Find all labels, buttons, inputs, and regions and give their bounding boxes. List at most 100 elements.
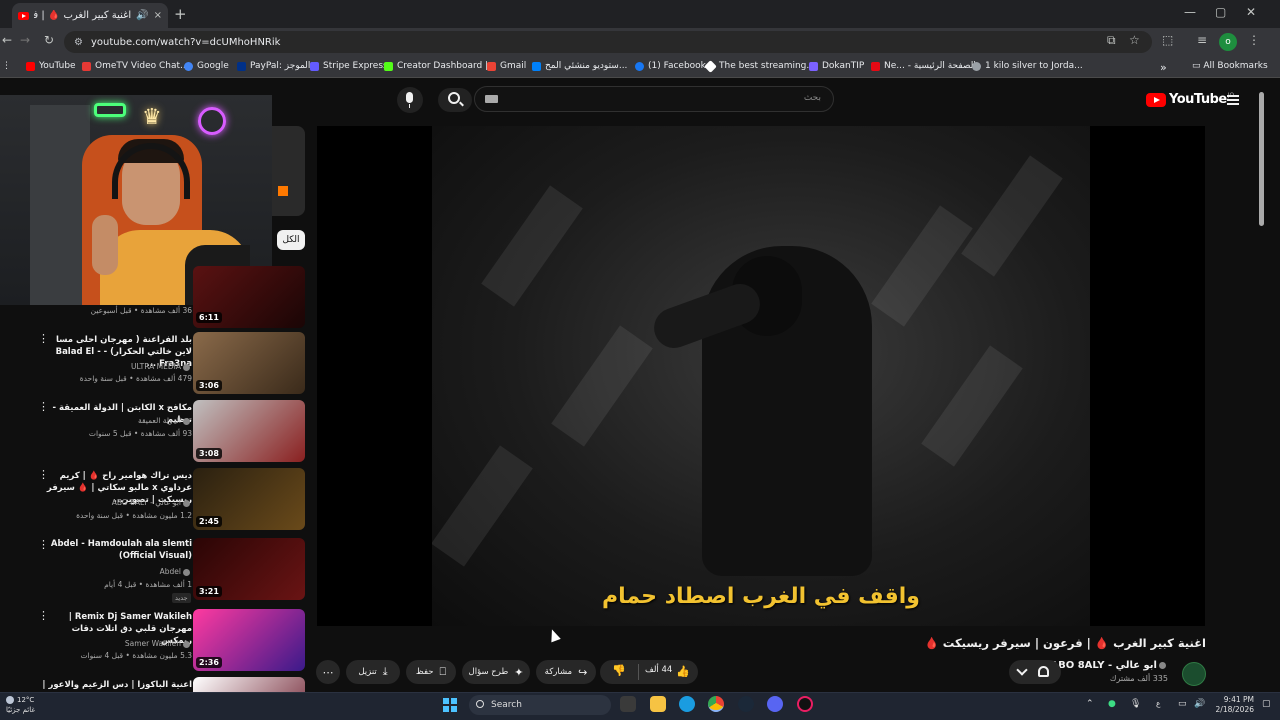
filter-chip-all[interactable]: الكل: [277, 230, 305, 250]
bookmark-item[interactable]: ستوديو منشئي المح...: [532, 61, 627, 71]
clock[interactable]: 9:41 PM 2/18/2026: [1212, 695, 1254, 715]
list-item[interactable]: 3:08 ⋮ مكافح x الكابتن | الدولة العميقة …: [0, 400, 310, 462]
list-item[interactable]: 2:36 ⋮ Remix Dj Samer Wakileh | مهرجان ق…: [0, 609, 310, 671]
list-item[interactable]: 2:45 ⋮ ديس تراك هوامير راح 🩸 | كريم عردا…: [0, 468, 310, 530]
channel-name[interactable]: الدولة العميقة: [138, 416, 192, 425]
file-explorer-icon[interactable]: [650, 696, 666, 712]
back-icon[interactable]: ←: [2, 33, 12, 47]
bookmark-star-icon[interactable]: ☆: [1129, 33, 1140, 47]
weather-widget[interactable]: 12°C غائم جزئيًا: [6, 695, 35, 715]
neon-sign-green: [94, 103, 126, 117]
maximize-icon[interactable]: ▢: [1215, 5, 1226, 19]
extensions-icon[interactable]: ⬚: [1162, 33, 1173, 47]
video-title[interactable]: Abdel - Hamdoulah ala slemti (Official V…: [42, 538, 192, 562]
bookmark-label: Stripe Express: [323, 61, 388, 71]
channel-name[interactable]: ULTRA MEDIA: [131, 362, 192, 371]
video-frame[interactable]: [432, 126, 1090, 626]
taskbar-search-input[interactable]: Search: [469, 695, 611, 715]
channel-name[interactable]: Samer Wakileh: [125, 639, 192, 648]
browser-tab-strip: اغنية كبير الغرب 🩸 | فرد (78) 🔊 × + — ▢ …: [0, 0, 1280, 28]
download-button[interactable]: ⤓ تنزيل: [346, 660, 400, 684]
tab-close-icon[interactable]: ×: [154, 10, 162, 21]
channel-avatar[interactable]: [1182, 662, 1206, 686]
bookmark-item[interactable]: 1 kilo silver to Jorda...: [972, 61, 1083, 71]
address-bar[interactable]: ⚙ youtube.com/watch?v=dcUMhoHNRik: [64, 31, 1152, 53]
keyboard-icon[interactable]: [485, 95, 498, 103]
scrollbar-thumb[interactable]: [1259, 92, 1264, 226]
more-bookmarks-icon[interactable]: »: [1160, 61, 1167, 74]
cast-icon[interactable]: ⧉: [1107, 33, 1116, 48]
microphone-tray-icon[interactable]: 🎙: [1130, 699, 1141, 709]
all-bookmarks-button[interactable]: ▭ All Bookmarks: [1192, 61, 1268, 71]
forward-icon[interactable]: →: [20, 33, 30, 47]
bookmark-label: PayPal: الموجز: [250, 61, 311, 71]
bookmark-item[interactable]: YouTube: [26, 61, 76, 71]
save-button[interactable]: ⎕ حفظ: [406, 660, 456, 684]
like-button[interactable]: 👍 44 ألف: [645, 665, 690, 678]
profile-avatar[interactable]: o: [1219, 33, 1237, 51]
discord-icon[interactable]: [767, 696, 783, 712]
channel-name-main[interactable]: ابو عالي - ABO 8ALY: [1050, 660, 1168, 671]
list-item[interactable]: 3:21 ⋮ Abdel - Hamdoulah ala slemti (Off…: [0, 538, 310, 603]
bookmark-item[interactable]: Ne... - الصفحة الرئيسية: [871, 61, 976, 71]
list-item[interactable]: اعنية الباكوزا | دس الزعيم والاعور |: [0, 677, 310, 692]
hamburger-menu-icon[interactable]: [1227, 95, 1239, 105]
bookmark-label: Ne... - الصفحة الرئيسية: [884, 61, 976, 71]
bookmark-item[interactable]: Creator Dashboard |...: [384, 61, 497, 71]
volume-icon[interactable]: 🔊: [1194, 699, 1205, 709]
bookmark-item[interactable]: Gmail: [487, 61, 526, 71]
share-button[interactable]: ↪ مشاركة: [536, 660, 596, 684]
obs-icon[interactable]: [797, 696, 813, 712]
reload-icon[interactable]: ↻: [44, 33, 54, 47]
language-indicator[interactable]: ع: [1156, 699, 1160, 709]
cloud-icon: [6, 696, 14, 704]
list-item[interactable]: 3:06 ⋮ بلد الفراعنة ( مهرجان احلى مسا لا…: [0, 332, 310, 394]
bookmark-item[interactable]: DokanTIP: [809, 61, 864, 71]
bookmark-favicon-icon: [384, 61, 393, 71]
bookmark-item[interactable]: (1) Facebook: [635, 61, 706, 71]
video-duration: 3:06: [196, 380, 222, 391]
subscription-bell-button[interactable]: [1009, 660, 1061, 684]
list-item[interactable]: 6:11 36 ألف مشاهدة • قبل أسبوعين: [0, 266, 310, 328]
chevron-up-icon[interactable]: ⌃: [1086, 699, 1094, 709]
new-badge: جديد: [172, 593, 191, 603]
steam-icon[interactable]: [738, 696, 754, 712]
youtube-logo[interactable]: YouTube JO: [1146, 92, 1234, 107]
media-controls-icon[interactable]: ≡: [1197, 33, 1207, 47]
ask-button[interactable]: ✦ طرح سؤال: [462, 660, 530, 684]
bookmark-favicon-icon: [237, 61, 246, 71]
video-duration: 6:11: [196, 312, 222, 323]
task-view-icon[interactable]: [620, 696, 636, 712]
microphone-icon: [406, 92, 413, 108]
notifications-icon[interactable]: ▢: [1262, 699, 1271, 709]
bookmark-item[interactable]: Stripe Express: [310, 61, 388, 71]
bookmarks-bar: ⋮ YouTube OmeTV Video Chat... Google Pay…: [0, 56, 1280, 78]
search-input[interactable]: بحث: [474, 86, 834, 112]
bookmark-item[interactable]: The best streaming...: [704, 59, 815, 73]
more-actions-button[interactable]: ⋯: [316, 660, 340, 684]
thumbs-down-icon[interactable]: 👎: [612, 664, 626, 677]
browser-tab-active[interactable]: اغنية كبير الغرب 🩸 | فرد (78) 🔊 ×: [12, 3, 168, 28]
network-icon[interactable]: ▭: [1178, 699, 1187, 709]
windows-start-icon[interactable]: [443, 698, 457, 712]
video-title[interactable]: اعنية الباكوزا | دس الزعيم والاعور |: [42, 679, 192, 691]
new-tab-button[interactable]: +: [174, 5, 187, 23]
apps-icon[interactable]: ⋮: [2, 61, 11, 71]
bookmark-label: ستوديو منشئي المح...: [545, 61, 628, 71]
speaker-icon[interactable]: 🔊: [136, 10, 148, 21]
channel-name[interactable]: ابو عالي - ABO 8ALY: [112, 498, 192, 507]
chrome-icon[interactable]: [708, 696, 724, 712]
site-info-icon[interactable]: ⚙: [74, 37, 83, 48]
edge-icon[interactable]: [679, 696, 695, 712]
bookmark-item[interactable]: Google: [184, 61, 229, 71]
close-window-icon[interactable]: ✕: [1246, 5, 1256, 19]
ad-card-thumbnail[interactable]: [272, 126, 305, 216]
clock-time: 9:41 PM: [1223, 695, 1254, 704]
bookmark-item[interactable]: PayPal: الموجز: [237, 61, 310, 71]
browser-menu-icon[interactable]: ⋮: [1248, 33, 1260, 47]
video-thumbnail[interactable]: [193, 677, 305, 692]
bookmark-item[interactable]: OmeTV Video Chat...: [82, 61, 189, 71]
minimize-icon[interactable]: —: [1184, 5, 1196, 19]
status-dot-icon[interactable]: ●: [1108, 699, 1116, 709]
channel-name[interactable]: Abdel: [160, 567, 192, 576]
